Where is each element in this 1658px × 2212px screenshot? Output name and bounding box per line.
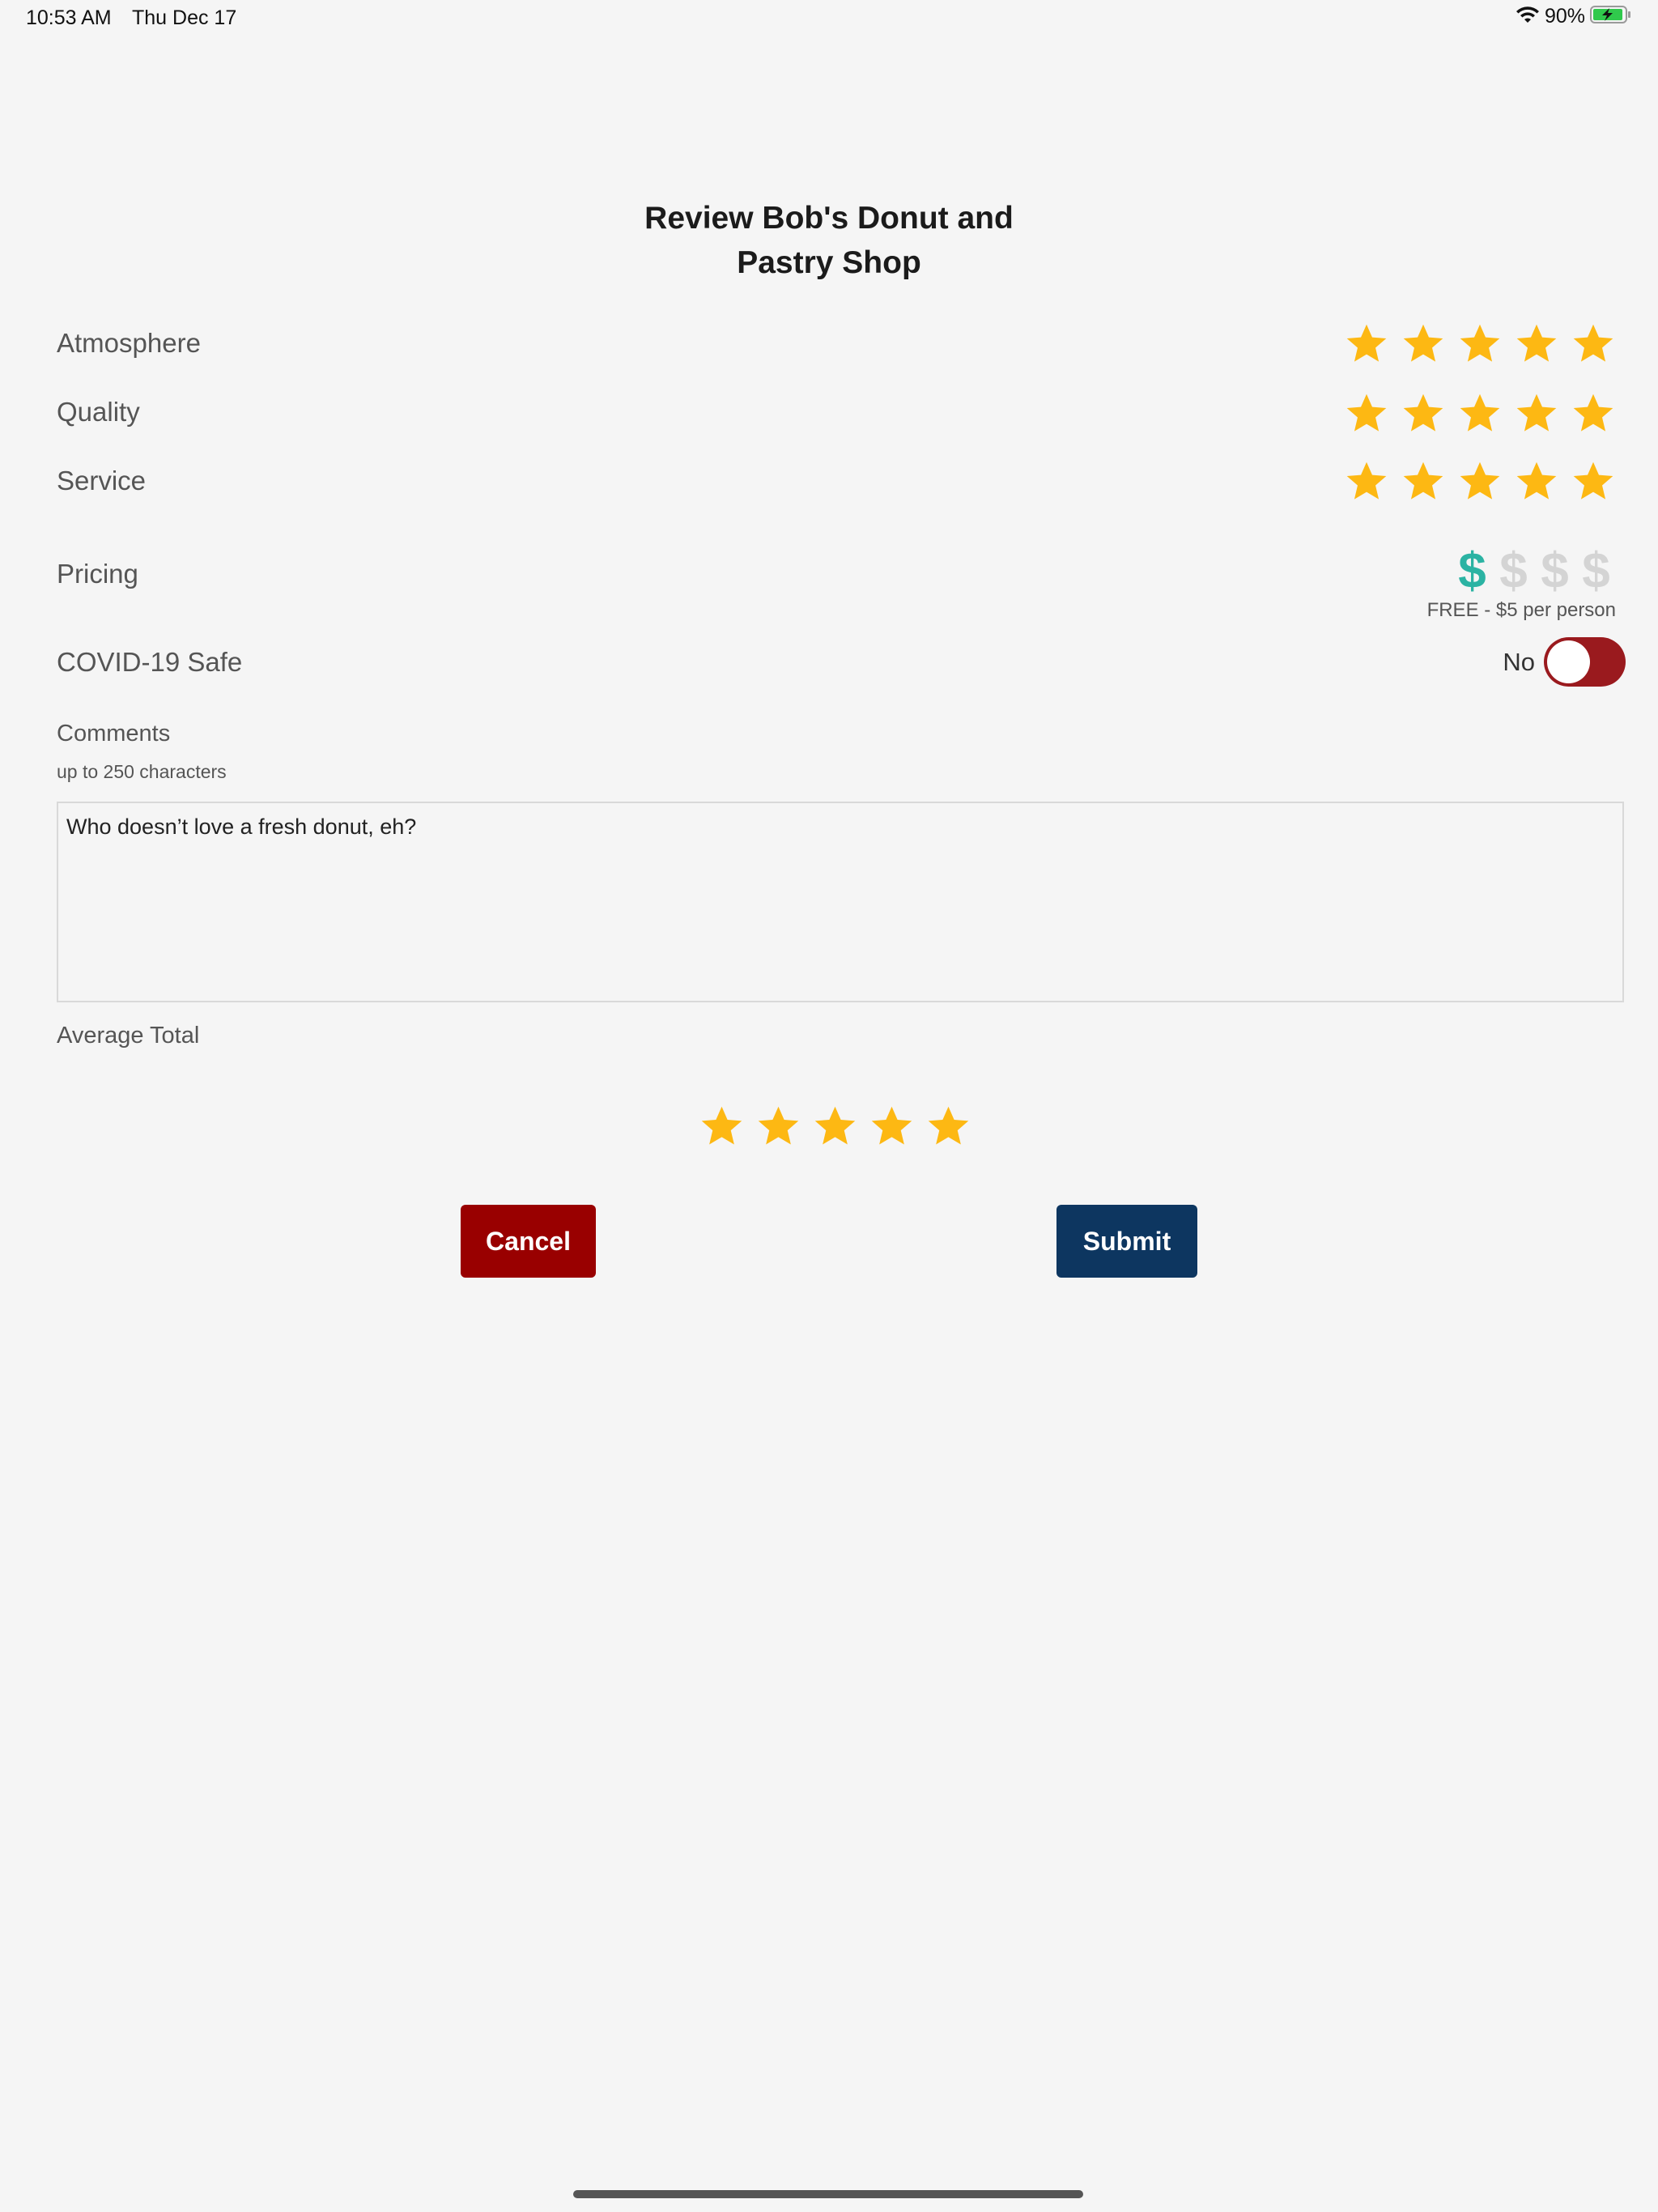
star-icon[interactable] xyxy=(1458,460,1502,504)
pricing-rating[interactable]: $ $ $ $ xyxy=(1456,547,1612,597)
star-icon[interactable] xyxy=(1458,392,1502,436)
dollar-icon[interactable]: $ xyxy=(1498,547,1529,597)
star-icon[interactable] xyxy=(1401,322,1445,366)
dollar-icon[interactable]: $ xyxy=(1539,547,1571,597)
star-icon[interactable] xyxy=(1458,322,1502,366)
star-icon[interactable] xyxy=(1345,460,1388,504)
page-title: Review Bob's Donut and Pastry Shop xyxy=(0,196,1658,285)
star-icon[interactable] xyxy=(1345,322,1388,366)
atmosphere-label: Atmosphere xyxy=(57,328,201,358)
star-icon xyxy=(758,1106,799,1145)
star-icon[interactable] xyxy=(1401,460,1445,504)
average-total-label: Average Total xyxy=(57,1023,200,1049)
battery-charging-icon xyxy=(1590,5,1632,28)
star-icon xyxy=(701,1106,742,1145)
status-bar: 10:53 AM Thu Dec 17 90% xyxy=(0,0,1658,39)
dollar-icon[interactable]: $ xyxy=(1456,547,1488,597)
comments-textarea[interactable]: Who doesn’t love a fresh donut, eh? xyxy=(57,802,1624,1002)
submit-button[interactable]: Submit xyxy=(1056,1205,1197,1278)
cancel-button[interactable]: Cancel xyxy=(461,1205,596,1278)
pricing-note: FREE - $5 per person xyxy=(1426,599,1616,621)
comments-hint: up to 250 characters xyxy=(57,761,227,782)
status-right: 90% xyxy=(1516,5,1632,28)
star-icon xyxy=(871,1106,912,1145)
star-icon[interactable] xyxy=(1571,460,1615,504)
star-icon[interactable] xyxy=(1401,392,1445,436)
home-indicator xyxy=(573,2190,1083,2198)
status-time: 10:53 AM xyxy=(26,6,112,29)
pricing-label: Pricing xyxy=(57,559,138,589)
star-icon xyxy=(928,1106,969,1145)
comments-label: Comments xyxy=(57,721,171,747)
toggle-knob xyxy=(1547,640,1590,683)
dollar-icon[interactable]: $ xyxy=(1580,547,1612,597)
status-date: Thu Dec 17 xyxy=(132,6,237,29)
star-icon[interactable] xyxy=(1515,322,1558,366)
wifi-icon xyxy=(1516,5,1540,28)
covid-toggle-state: No xyxy=(1503,648,1535,676)
star-icon[interactable] xyxy=(1345,392,1388,436)
covid-toggle[interactable] xyxy=(1544,637,1626,687)
star-icon xyxy=(814,1106,856,1145)
star-icon[interactable] xyxy=(1571,392,1615,436)
star-icon[interactable] xyxy=(1515,392,1558,436)
average-rating xyxy=(699,1104,971,1149)
star-icon[interactable] xyxy=(1515,460,1558,504)
covid-label: COVID-19 Safe xyxy=(57,647,243,677)
quality-label: Quality xyxy=(57,397,140,427)
atmosphere-rating[interactable] xyxy=(1345,322,1615,366)
quality-rating[interactable] xyxy=(1345,392,1615,436)
page-title-line2: Pastry Shop xyxy=(737,245,921,280)
page-title-line1: Review Bob's Donut and xyxy=(644,201,1014,236)
service-label: Service xyxy=(57,466,147,496)
battery-percent: 90% xyxy=(1544,5,1585,28)
service-rating[interactable] xyxy=(1345,460,1615,504)
star-icon[interactable] xyxy=(1571,322,1615,366)
